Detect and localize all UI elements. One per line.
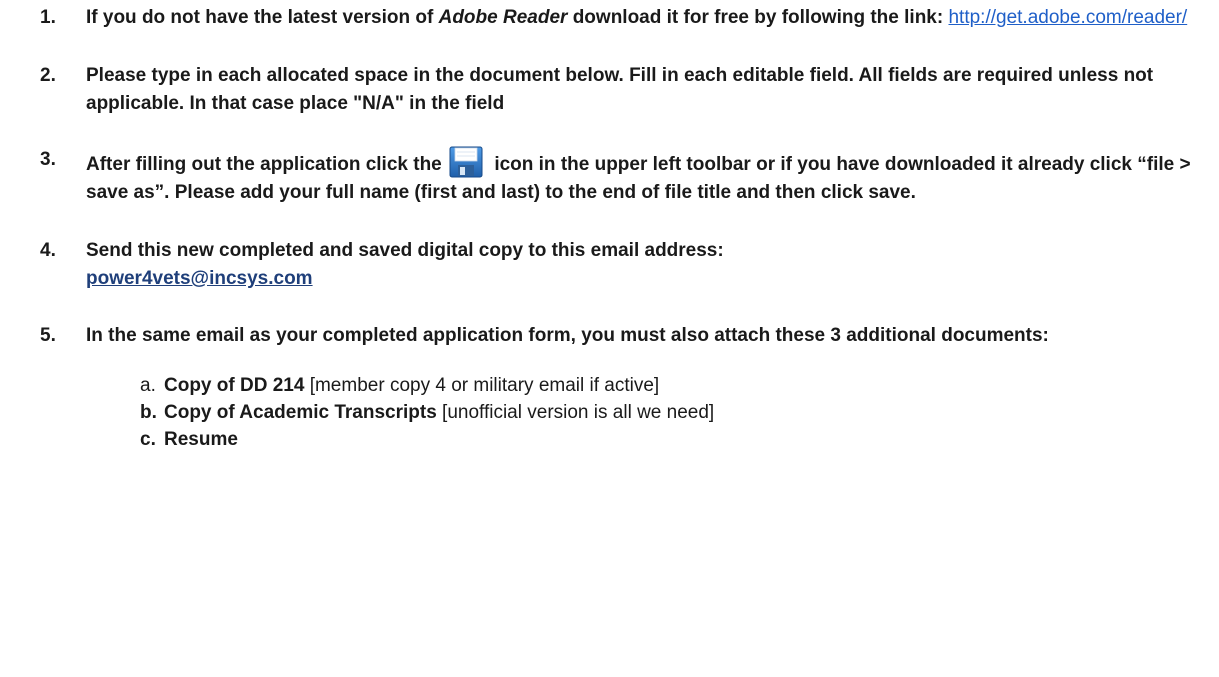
step-2-text: Please type in each allocated space in t… [86, 65, 1154, 114]
step-3: 3. After filling out the application cli… [0, 146, 1219, 207]
step-number: 5. [40, 325, 56, 346]
step-number: 3. [40, 149, 56, 170]
item-letter: c. [140, 429, 156, 450]
step-1: 1. If you do not have the latest version… [0, 4, 1219, 32]
adobe-reader-link[interactable]: http://get.adobe.com/reader/ [948, 7, 1187, 28]
email-link[interactable]: power4vets@incsys.com [86, 268, 313, 289]
step-5: 5. In the same email as your completed a… [0, 322, 1219, 350]
item-note: [unofficial version is all we need] [436, 402, 715, 423]
item-letter: b. [140, 402, 157, 423]
attachments-list: a. Copy of DD 214 [member copy 4 or mili… [0, 372, 1219, 453]
step-4-text: Send this new completed and saved digita… [86, 240, 724, 261]
step-4: 4. Send this new completed and saved dig… [0, 237, 1219, 293]
item-title: Resume [164, 429, 238, 450]
instructions-page: 1. If you do not have the latest version… [0, 0, 1219, 677]
step-number: 4. [40, 240, 56, 261]
step-2: 2. Please type in each allocated space i… [0, 62, 1219, 118]
item-note: [member copy 4 or military email if acti… [304, 375, 660, 396]
list-item: a. Copy of DD 214 [member copy 4 or mili… [140, 372, 1219, 399]
step-number: 2. [40, 65, 56, 86]
adobe-reader-name: Adobe Reader [438, 7, 568, 28]
list-item: c. Resume [140, 426, 1219, 453]
step-number: 1. [40, 7, 56, 28]
save-icon [449, 146, 483, 178]
item-letter: a. [140, 375, 156, 396]
step-1-text-b: download it for free by following the li… [567, 7, 949, 28]
list-item: b. Copy of Academic Transcripts [unoffic… [140, 399, 1219, 426]
step-1-text-a: If you do not have the latest version of [86, 7, 439, 28]
step-3-text-a: After filling out the application click … [86, 154, 442, 175]
step-5-text: In the same email as your completed appl… [86, 325, 1049, 346]
item-title: Copy of Academic Transcripts [164, 402, 437, 423]
item-title: Copy of DD 214 [164, 375, 305, 396]
